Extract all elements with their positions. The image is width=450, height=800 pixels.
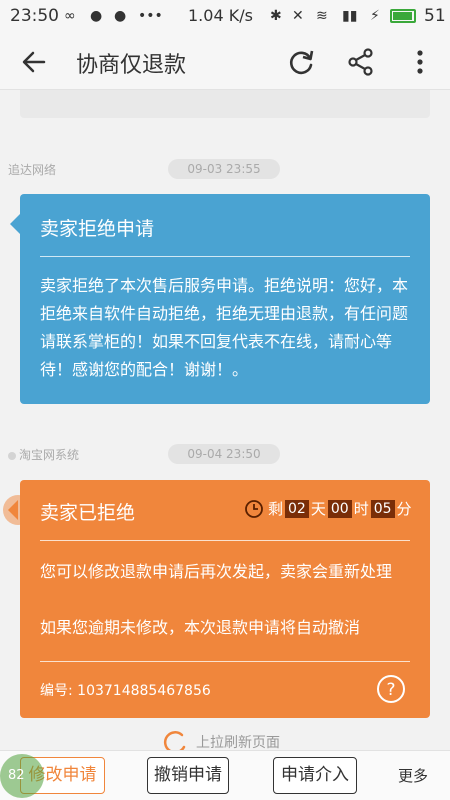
battery-level: 51 [424,6,446,26]
page-title: 协商仅退款 [76,53,187,78]
card-body-line2: 如果您逾期未修改，本次退款申请将自动撤消 [40,618,361,637]
previous-message-card [20,90,430,118]
app-icon: ● [114,8,127,24]
countdown-minutes-unit: 分 [396,500,412,518]
svg-text:?: ? [386,680,395,700]
countdown-days-unit: 天 [310,500,326,518]
card-divider [40,540,410,541]
pull-to-refresh-text: 上拉刷新页面 [196,735,280,751]
help-icon[interactable]: ? [376,674,406,704]
card-body: 卖家拒绝了本次售后服务申请。拒绝说明：您好，本拒绝来自软件自动拒绝，拒绝无理由退… [40,276,409,379]
card-divider [40,256,410,257]
bottom-action-bar: 修改申请 撤销申请 申请介入 更多 [0,750,450,800]
countdown-minutes: 05 [370,499,395,518]
network-speed: 1.04 K/s [188,6,253,25]
card-divider [40,661,410,662]
card-title: 卖家拒绝申请 [40,218,155,240]
chat-icon: ● [90,8,103,24]
charging-icon: ⚡ [370,8,380,24]
infinity-icon: ∞ [64,8,76,24]
message-time: 09-04 23:50 [168,444,280,464]
app-header: 协商仅退款 [0,34,450,90]
countdown-days: 02 [285,499,309,518]
back-arrow-icon[interactable] [20,48,48,76]
signal-icon: ▮▮ [342,8,358,24]
bluetooth-icon: ✱ [270,8,282,24]
more-notifications-icon: ••• [138,8,163,24]
seller-rejected-card: 卖家已拒绝 剩 02 天 00 时 05 分 您可以修改退款申请后再次发起，卖家… [8,480,430,718]
more-vertical-icon[interactable] [410,47,430,77]
card-body-line1: 您可以修改退款申请后再次发起，卖家会重新处理 [40,562,393,581]
message-sender: 追达网络 [8,163,57,177]
battery-icon [390,9,416,23]
request-intervention-button[interactable]: 申请介入 [273,757,357,794]
mute-icon: ✕ [292,8,304,24]
message-sender: 淘宝网系统 [8,446,79,463]
wifi-icon: ≋ [316,8,328,24]
refresh-icon[interactable] [286,47,316,77]
seller-reject-card: 卖家拒绝申请 卖家拒绝了本次售后服务申请。拒绝说明：您好，本拒绝来自软件自动拒绝… [10,194,430,404]
cancel-request-button[interactable]: 撤销申请 [147,757,229,794]
more-button[interactable]: 更多 [398,765,428,786]
countdown-hours-unit: 时 [353,500,369,518]
countdown-hours: 00 [327,499,352,518]
share-icon[interactable] [346,47,376,77]
message-time: 09-03 23:55 [168,159,280,179]
countdown-prefix: 剩 [268,500,284,518]
floating-assist-badge[interactable]: 82 [0,754,44,798]
countdown-timer: 剩 02 天 00 时 05 分 [244,498,412,519]
sender-name: 淘宝网系统 [19,448,80,462]
clock-icon [245,499,263,518]
status-time: 23:50 [10,6,59,26]
sender-dot-icon [8,451,16,460]
refund-serial-number: 编号: 103714885467856 [40,683,211,699]
status-bar: 23:50 ∞ ● ● ••• 1.04 K/s ✱ ✕ ≋ ▮▮ ⚡ 51 [0,0,450,34]
card-title: 卖家已拒绝 [40,502,136,524]
